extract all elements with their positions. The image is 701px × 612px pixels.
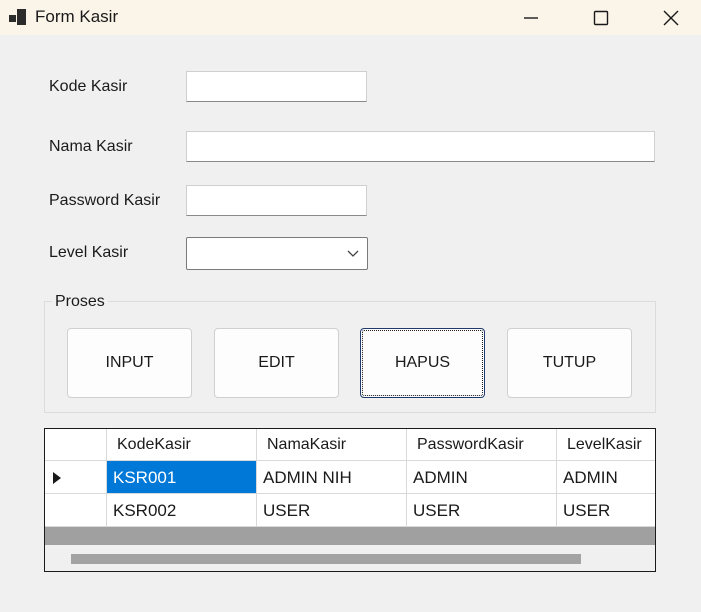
table-cell[interactable]: ADMIN NIH [257, 461, 407, 494]
edit-button[interactable]: EDIT [214, 328, 339, 398]
maximize-icon [593, 10, 609, 25]
level-kasir-dropdown[interactable] [186, 237, 368, 270]
chevron-down-icon [347, 250, 359, 257]
table-cell[interactable]: USER [257, 494, 407, 527]
table-cell[interactable]: ADMIN [557, 461, 655, 494]
row-header-2[interactable] [45, 494, 107, 527]
column-header-kodekasir[interactable]: KodeKasir [107, 429, 257, 461]
minimize-icon [524, 16, 538, 19]
grid-empty-area [45, 527, 655, 545]
current-row-arrow-icon [53, 472, 61, 484]
input-button[interactable]: INPUT [67, 328, 192, 398]
nama-kasir-label: Nama Kasir [49, 138, 133, 155]
table-cell[interactable]: USER [557, 494, 655, 527]
table-cell[interactable]: ADMIN [407, 461, 557, 494]
maximize-button[interactable] [578, 0, 624, 35]
tutup-button[interactable]: TUTUP [507, 328, 632, 398]
window-title: Form Kasir [35, 7, 119, 26]
kode-kasir-input[interactable] [186, 71, 367, 102]
column-header-levelkasir[interactable]: LevelKasir [557, 429, 655, 461]
scrollbar-thumb[interactable] [71, 554, 581, 564]
kode-kasir-label: Kode Kasir [49, 78, 128, 95]
level-kasir-label: Level Kasir [49, 244, 129, 261]
title-bar: Form Kasir [0, 0, 701, 35]
hapus-button[interactable]: HAPUS [360, 328, 485, 398]
close-button[interactable] [648, 0, 694, 35]
table-cell[interactable]: KSR001 [107, 461, 257, 494]
app-icon [9, 9, 27, 25]
row-header-1[interactable] [45, 461, 107, 494]
column-header-passwordkasir[interactable]: PasswordKasir [407, 429, 557, 461]
password-kasir-label: Password Kasir [49, 192, 161, 209]
password-kasir-input[interactable] [186, 185, 367, 216]
row-header-corner [45, 429, 107, 461]
close-icon [663, 10, 679, 25]
table-cell[interactable]: KSR002 [107, 494, 257, 527]
nama-kasir-input[interactable] [186, 131, 655, 162]
minimize-button[interactable] [508, 0, 554, 35]
proses-group-title: Proses [52, 293, 108, 311]
horizontal-scrollbar[interactable] [45, 545, 655, 571]
column-header-namakasir[interactable]: NamaKasir [257, 429, 407, 461]
table-cell[interactable]: USER [407, 494, 557, 527]
kasir-datagrid[interactable]: KodeKasir NamaKasir PasswordKasir LevelK… [44, 428, 656, 572]
